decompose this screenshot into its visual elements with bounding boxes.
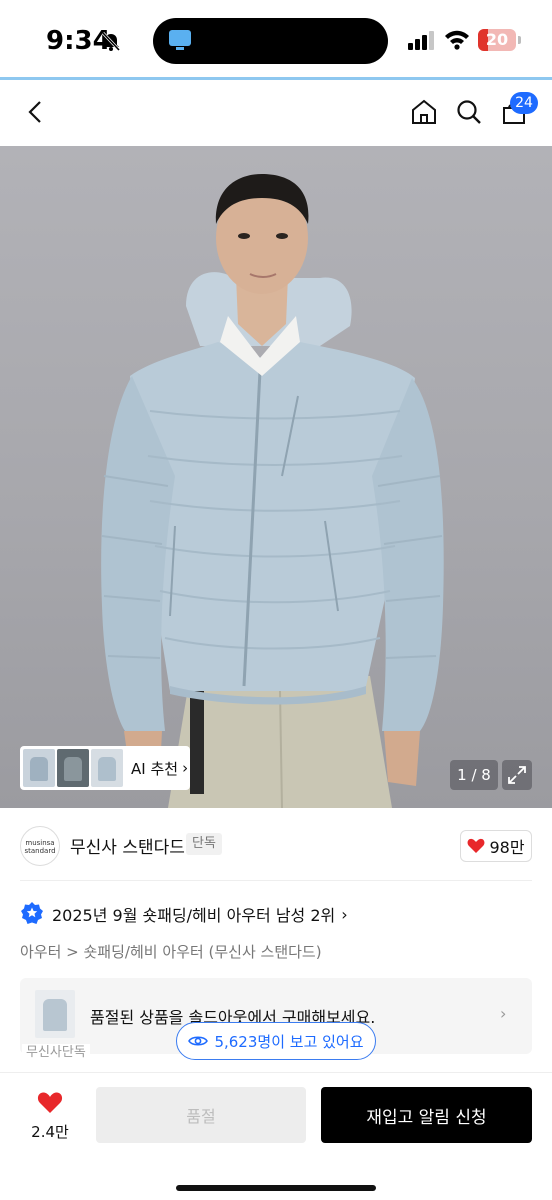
ai-recommend-label: AI 추천: [131, 759, 179, 778]
brand-like-button[interactable]: 98만: [460, 830, 532, 862]
bottom-bar: 2.4만 품절 재입고 알림 신청: [0, 1072, 552, 1200]
brand-name[interactable]: 무신사 스탠다드: [70, 833, 185, 858]
battery-level: 20: [485, 30, 509, 49]
brand-like-count: 98만: [489, 838, 525, 857]
nav-bar: [0, 80, 552, 146]
breadcrumb[interactable]: 아우터 > 숏패딩/헤비 아우터 (무신사 스탠다드): [20, 941, 322, 962]
restock-alert-button[interactable]: 재입고 알림 신청: [321, 1087, 532, 1143]
screen-mirroring-icon: [169, 30, 191, 50]
wishlist-button[interactable]: 2.4만: [22, 1091, 78, 1145]
battery-icon: 20: [478, 29, 516, 51]
back-icon: [28, 101, 41, 123]
brand-row: musinsa standard 무신사 스탠다드 단독 98만: [0, 808, 552, 880]
wifi-icon: [445, 30, 469, 50]
cart-count-badge: 24: [510, 92, 538, 114]
product-image[interactable]: AI 추천 › 1 / 8: [0, 146, 552, 808]
viewers-text: 5,623명이 보고 있어요: [214, 1032, 364, 1051]
dynamic-island: [153, 18, 388, 64]
exclusive-tag: 단독: [186, 833, 222, 855]
recommend-thumb-2[interactable]: [57, 749, 89, 787]
soldout-button: 품절: [96, 1087, 306, 1143]
model-photo: [101, 174, 444, 808]
bell-off-icon: [101, 31, 121, 52]
chevron-right-icon: ›: [341, 904, 348, 924]
divider: [20, 880, 532, 881]
soldout-thumbnail: [35, 990, 75, 1038]
chevron-right-icon: ›: [182, 759, 189, 777]
ai-recommend-chip[interactable]: AI 추천 ›: [20, 746, 190, 790]
recommend-thumb-1[interactable]: [23, 749, 55, 787]
image-pager: 1 / 8: [450, 760, 498, 790]
chevron-right-icon: ›: [500, 1004, 507, 1023]
ranking-row[interactable]: 2025년 9월 숏패딩/헤비 아우터 남성 2위 ›: [20, 900, 348, 928]
ranking-text: 2025년 9월 숏패딩/헤비 아우터 남성 2위: [52, 906, 336, 925]
partial-text: 무신사단독: [22, 1044, 90, 1062]
heart-icon: [468, 838, 485, 853]
search-button[interactable]: [451, 94, 487, 130]
expand-button[interactable]: [502, 760, 532, 790]
home-button[interactable]: [406, 94, 442, 130]
brand-logo-line2: standard: [24, 847, 56, 855]
brand-logo-line1: musinsa: [25, 839, 55, 847]
heart-icon: [37, 1092, 63, 1113]
back-button[interactable]: [18, 94, 54, 130]
expand-icon: [508, 766, 526, 784]
viewers-pill: 5,623명이 보고 있어요: [176, 1022, 376, 1060]
recommend-thumb-3[interactable]: [91, 749, 123, 787]
home-indicator: [176, 1185, 376, 1191]
status-bar: 9:34 20: [0, 0, 552, 80]
brand-logo[interactable]: musinsa standard: [20, 826, 60, 866]
eye-icon: [188, 1036, 209, 1046]
wishlist-count: 2.4만: [31, 1123, 69, 1141]
search-icon: [457, 100, 481, 124]
signal-icon: [408, 30, 436, 50]
battery-tip: [518, 36, 521, 44]
home-icon: [412, 99, 436, 124]
ranking-badge-icon: [21, 902, 43, 924]
